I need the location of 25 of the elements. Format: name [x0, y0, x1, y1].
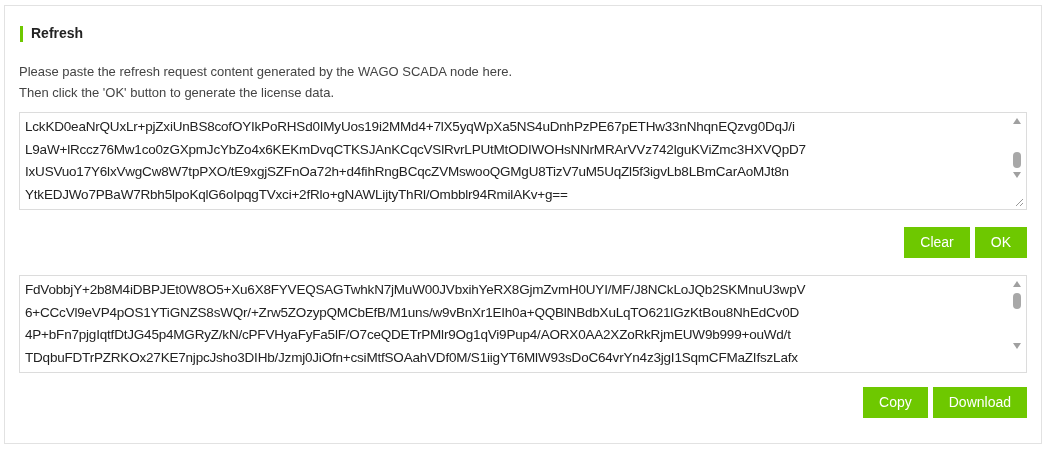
text-line: 6+CCcVl9eVP4pOS1YTiGNZS8sWQr/+Zrw5ZOzypQMCbEfB/M1uns/w9vBnXr1EIh0a+QQBlNBdbXuLqTO621lGzKtBou8NhEdCv0D	[25, 303, 800, 322]
scroll-down-icon[interactable]	[1013, 343, 1021, 349]
text-line: L9aW+lRccz76Mw1co0zGXpmJcYbZo4x6KEKmDvqCTKSJAnKCqcVSlRvrLPUtMtODIWOHsNNrMRArVVz742lguKViZmc3HXVQpD7	[25, 140, 807, 159]
text-line: YtkEDJWo7PBaW7Rbh5lpoKqlG6oIpqgTVxci+2fRlo+gNAWLijtyThRl/Ombblr94RmilAKv+g==	[25, 185, 569, 204]
action-button[interactable]: Copy	[863, 387, 928, 418]
resize-grip-icon[interactable]	[1015, 198, 1023, 206]
scroll-up-icon[interactable]	[1013, 281, 1021, 287]
scroll-up-icon[interactable]	[1013, 118, 1021, 124]
request-textarea[interactable]	[19, 112, 1027, 210]
scroll-thumb[interactable]	[1013, 293, 1021, 309]
action-button[interactable]: Download	[932, 387, 1027, 418]
text-line: 4P+bFn7pjgIqtfDtJG45p4MGRyZ/kN/cPFVHyaFyFa5lF/O7ceQDETrPMlr9Og1qVi9Pup4/AORX0AA2XZoRkRjmEUW9b999+ouWd/t	[25, 326, 792, 344]
license-textarea[interactable]	[19, 275, 1027, 373]
instruction-text: Then click the 'OK' button to generate the license data.	[19, 84, 335, 102]
instruction-text: Please paste the refresh request content generated by the WAGO SCADA node here.	[19, 63, 514, 81]
title-accent	[20, 25, 23, 42]
text-line: IxUSVuo17Y6lxVwgCw8W7tpPXO/tE9xgjSZFnOa72h+d4fihRngBCqcZVMswooQGMgU8TizV7uM5UqZl5f3igvLb8LBmCarAoMJt8n	[25, 163, 790, 181]
scroll-down-icon[interactable]	[1013, 172, 1021, 178]
section-title: Refresh	[31, 24, 84, 43]
text-line: LckKD0eaNrQUxLr+pjZxiUnBS8cofOYIkPoRHSd0IMyUos19i2MMd4+7lX5yqWpXa5NS4uDnhPzPE67pETHw33nNhqnEQzvg0DqJ/i	[25, 118, 796, 136]
action-button[interactable]: Clear	[904, 227, 970, 258]
text-line: TDqbuFDTrPZRKOx27KE7njpcJsho3DIHb/Jzmj0JiOfn+csiMtfSOAahVDf0M/S1iigYT6MlW93sDoC64vrYn4z3jgI1SqmCFMaZIfszLafx	[25, 348, 799, 367]
text-line: FdVobbjY+2b8M4iDBPJEt0W8O5+Xu6X8FYVEQSAGTwhkN7jMuW00JVbxihYeRX8GjmZvmH0UYI/MF/J8NCkLoJQb2SKMnuU3wpV	[25, 281, 807, 299]
action-button[interactable]: OK	[974, 227, 1027, 258]
scroll-thumb[interactable]	[1013, 152, 1021, 168]
